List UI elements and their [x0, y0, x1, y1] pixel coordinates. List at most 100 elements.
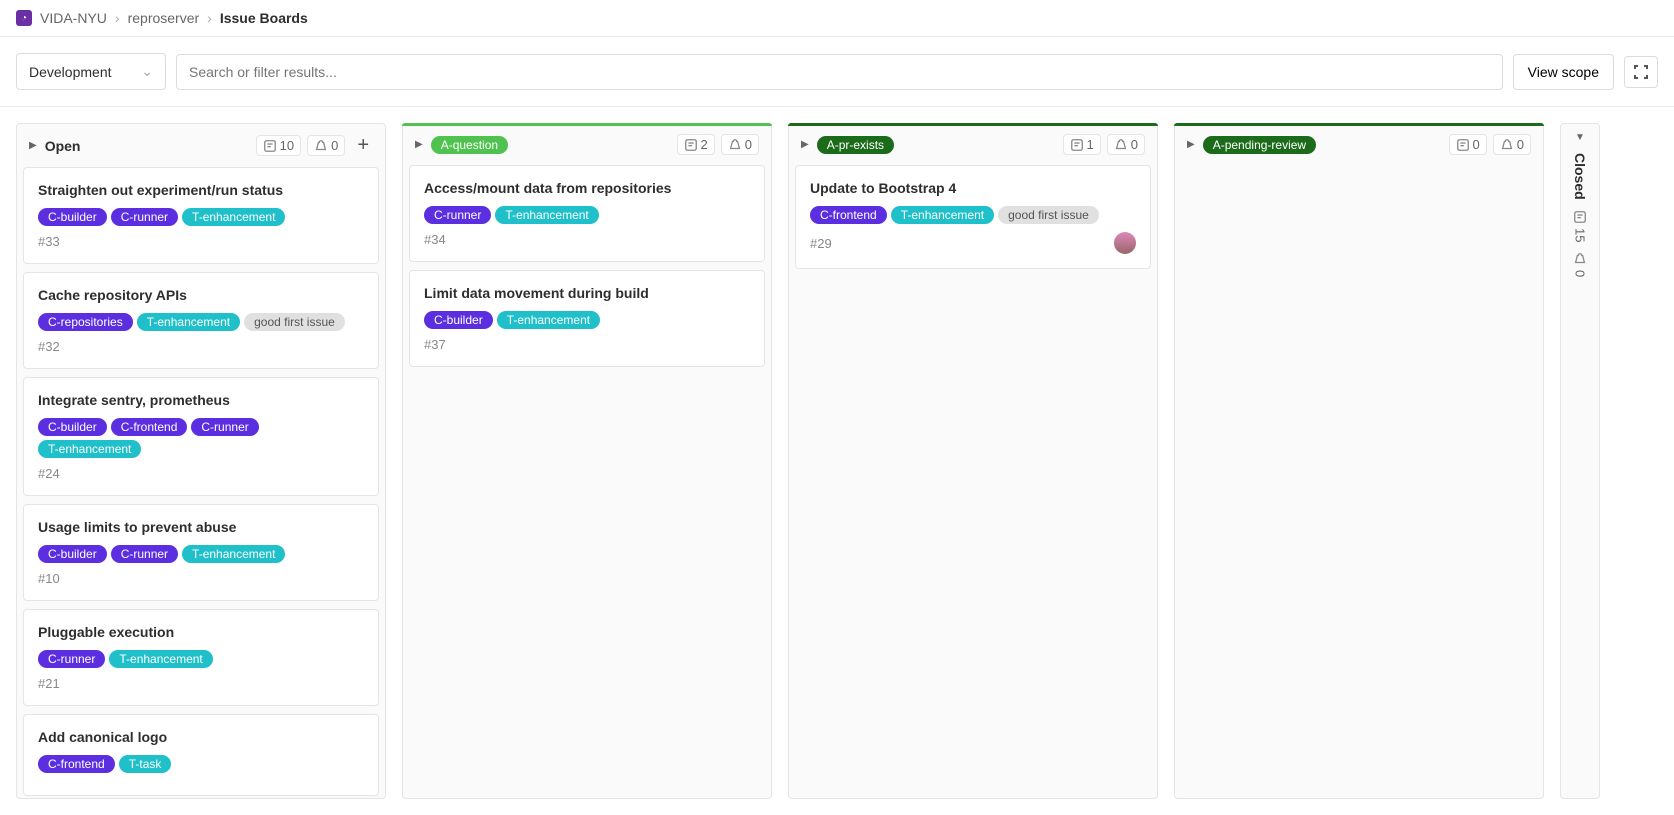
issue-card[interactable]: Straighten out experiment/run statusC-bu…: [23, 167, 379, 264]
label[interactable]: C-repositories: [38, 313, 133, 331]
board-column: ▶A-pr-exists10Update to Bootstrap 4C-fro…: [788, 123, 1158, 799]
weight-count: 0: [1573, 252, 1588, 277]
issue-count: 15: [1573, 210, 1588, 242]
board: ▶Open100+Straighten out experiment/run s…: [0, 107, 1674, 815]
org-avatar: ◔: [16, 10, 32, 26]
column-header: ▶A-question20: [403, 124, 771, 165]
label[interactable]: C-runner: [111, 208, 178, 226]
card-labels: C-repositoriesT-enhancementgood first is…: [38, 313, 364, 331]
card-labels: C-runnerT-enhancement: [38, 650, 364, 668]
breadcrumb-repo[interactable]: reproserver: [128, 10, 200, 26]
board-column: ▶ A-pending-review 00: [1174, 123, 1544, 799]
search-input[interactable]: [176, 54, 1503, 90]
issue-card[interactable]: Integrate sentry, prometheus C-builderC-f…: [23, 377, 379, 496]
label[interactable]: T-enhancement: [891, 206, 994, 224]
column-header: ▶ A-pending-review 00: [1175, 124, 1543, 165]
card-title: Add canonical logo: [38, 729, 364, 745]
column-accent: [402, 123, 772, 126]
column-title: Open: [45, 138, 248, 154]
column-counts: 00: [1449, 134, 1531, 155]
chevron-right-icon: ›: [207, 10, 212, 26]
column-header: ▶A-pr-exists10: [789, 124, 1157, 165]
fullscreen-icon: [1633, 64, 1649, 80]
board-column: ▶ Open 10 0 + Straighten out experiment/run s…: [16, 123, 386, 799]
label[interactable]: C-builder: [38, 545, 107, 563]
label[interactable]: T-enhancement: [182, 545, 285, 563]
label[interactable]: C-runner: [38, 650, 105, 668]
issue-card[interactable]: Cache repository APIs C-repositoriesT-enh…: [23, 272, 379, 369]
card-footer: #21: [38, 676, 364, 691]
collapse-caret-icon[interactable]: ▶: [415, 139, 423, 150]
issue-ref: #29: [810, 236, 832, 251]
issue-card[interactable]: Add canonical logo C-frontendT-task: [23, 714, 379, 796]
label[interactable]: C-builder: [424, 311, 493, 329]
card-footer: #33: [38, 234, 364, 249]
label[interactable]: C-frontend: [38, 755, 115, 773]
card-labels: C-builderC-runnerT-enhancement: [38, 545, 364, 563]
label[interactable]: C-runner: [111, 545, 178, 563]
card-list: Update to Bootstrap 4C-frontendT-enhance…: [789, 165, 1157, 798]
add-issue-button[interactable]: +: [353, 134, 373, 157]
column-accent: [1174, 123, 1544, 126]
expand-caret-icon[interactable]: ▼: [1575, 132, 1585, 143]
issue-count: 10: [256, 135, 301, 156]
label[interactable]: T-enhancement: [495, 206, 598, 224]
label[interactable]: C-runner: [424, 206, 491, 224]
column-title: Closed: [1572, 153, 1588, 200]
board-dropdown[interactable]: Development ⌄: [16, 53, 166, 90]
card-footer: #32: [38, 339, 364, 354]
issue-ref: #10: [38, 571, 60, 586]
issue-card[interactable]: Pluggable executionC-runnerT-enhancement…: [23, 609, 379, 706]
board-column: ▶A-question20Access/mount data from repo…: [402, 123, 772, 799]
issue-card[interactable]: Access/mount data from repositoriesC-run…: [409, 165, 765, 262]
card-title: Cache repository APIs: [38, 287, 364, 303]
label[interactable]: C-frontend: [810, 206, 887, 224]
issue-card[interactable]: Usage limits to prevent abuseC-builderC-…: [23, 504, 379, 601]
issue-ref: #21: [38, 676, 60, 691]
issue-ref: #34: [424, 232, 446, 247]
label[interactable]: good first issue: [244, 313, 345, 331]
column-header: ▶ Open 10 0 +: [17, 124, 385, 167]
card-list: Straighten out experiment/run statusC-bu…: [17, 167, 385, 798]
column-counts: 10 0: [256, 135, 346, 156]
label[interactable]: T-task: [119, 755, 172, 773]
card-labels: C-runnerT-enhancement: [424, 206, 750, 224]
chevron-down-icon: ⌄: [141, 63, 153, 80]
avatar[interactable]: [1114, 232, 1136, 254]
collapse-caret-icon[interactable]: ▶: [1187, 139, 1195, 150]
chevron-right-icon: ›: [115, 10, 120, 26]
issue-count: 1: [1063, 134, 1101, 155]
label[interactable]: T-enhancement: [497, 311, 600, 329]
label[interactable]: T-enhancement: [109, 650, 212, 668]
card-footer: #37: [424, 337, 750, 352]
view-scope-button[interactable]: View scope: [1513, 54, 1614, 90]
card-list: Access/mount data from repositoriesC-run…: [403, 165, 771, 798]
closed-column-collapsed[interactable]: ▼ Closed 15 0: [1560, 123, 1600, 799]
issue-card[interactable]: Limit data movement during build C-builde…: [409, 270, 765, 367]
column-label-pill[interactable]: A-pending-review: [1203, 136, 1316, 154]
board-dropdown-label: Development: [29, 64, 112, 80]
column-label-pill[interactable]: A-pr-exists: [817, 136, 894, 154]
label[interactable]: T-enhancement: [137, 313, 240, 331]
collapse-caret-icon[interactable]: ▶: [801, 139, 809, 150]
card-title: Limit data movement during build: [424, 285, 750, 301]
column-label-pill[interactable]: A-question: [431, 136, 508, 154]
label[interactable]: good first issue: [998, 206, 1099, 224]
card-labels: C-frontendT-enhancementgood first issue: [810, 206, 1136, 224]
breadcrumb: ◔ VIDA-NYU › reproserver › Issue Boards: [0, 0, 1674, 37]
label[interactable]: T-enhancement: [182, 208, 285, 226]
fullscreen-button[interactable]: [1624, 56, 1658, 88]
label[interactable]: C-frontend: [111, 418, 188, 436]
column-accent: [788, 123, 1158, 126]
label[interactable]: T-enhancement: [38, 440, 141, 458]
label[interactable]: C-runner: [191, 418, 258, 436]
label[interactable]: C-builder: [38, 418, 107, 436]
card-title: Integrate sentry, prometheus: [38, 392, 364, 408]
card-footer: #29: [810, 232, 1136, 254]
breadcrumb-org[interactable]: VIDA-NYU: [40, 10, 107, 26]
weight-count: 0: [307, 135, 345, 156]
issue-card[interactable]: Update to Bootstrap 4C-frontendT-enhance…: [795, 165, 1151, 269]
collapse-caret-icon[interactable]: ▶: [29, 140, 37, 151]
label[interactable]: C-builder: [38, 208, 107, 226]
card-footer: #10: [38, 571, 364, 586]
